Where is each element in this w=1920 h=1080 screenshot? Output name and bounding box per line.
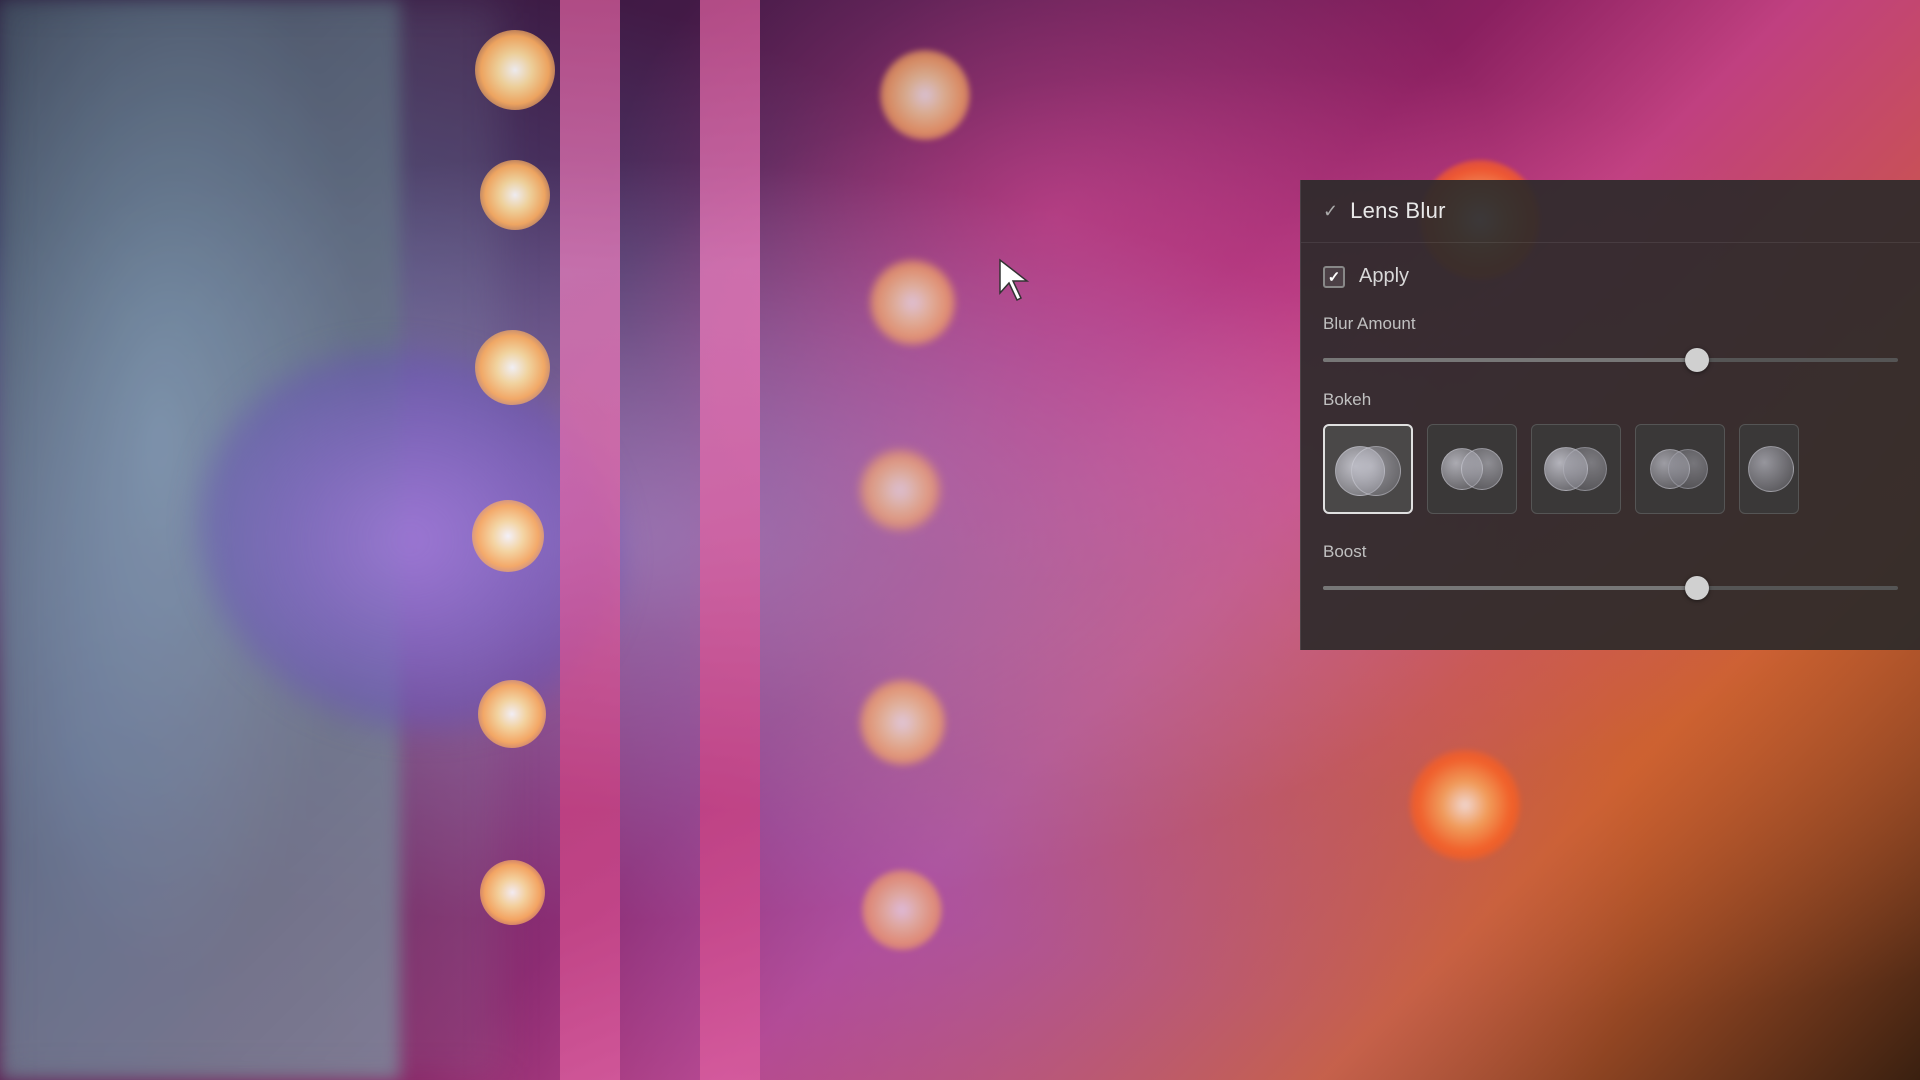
blur-amount-label: Blur Amount — [1301, 304, 1920, 340]
light-circle-3 — [475, 330, 550, 405]
light-circle-8 — [870, 260, 955, 345]
boost-thumb[interactable] — [1685, 576, 1709, 600]
bokeh-label: Bokeh — [1301, 380, 1920, 416]
lens-blur-panel: ✓ Lens Blur Apply Blur Amount Bokeh — [1300, 180, 1920, 650]
light-circle-7 — [880, 50, 970, 140]
bokeh-circle-5a — [1748, 446, 1794, 492]
light-circle-4 — [472, 500, 544, 572]
bokeh-circles-1 — [1333, 434, 1403, 504]
pink-bar-left — [560, 0, 620, 1080]
light-circle-5 — [478, 680, 546, 748]
blur-amount-track — [1323, 358, 1898, 362]
bokeh-circle-2b — [1461, 448, 1503, 490]
bokeh-style-2[interactable] — [1427, 424, 1517, 514]
bokeh-container — [1301, 416, 1920, 532]
blur-amount-fill — [1323, 358, 1697, 362]
apply-checkbox[interactable] — [1323, 266, 1345, 288]
blur-amount-thumb[interactable] — [1685, 348, 1709, 372]
bokeh-circles-2 — [1437, 434, 1507, 504]
panel-title: Lens Blur — [1350, 198, 1446, 224]
light-circle-10 — [860, 680, 945, 765]
bokeh-circle-3b — [1563, 447, 1607, 491]
light-circle-11 — [862, 870, 942, 950]
bokeh-circles-5 — [1740, 434, 1798, 504]
boost-slider-container — [1301, 568, 1920, 608]
light-circle-6 — [480, 860, 545, 925]
bokeh-style-5[interactable] — [1739, 424, 1799, 514]
bokeh-style-4[interactable] — [1635, 424, 1725, 514]
light-circle-2 — [480, 160, 550, 230]
boost-label: Boost — [1301, 532, 1920, 568]
bokeh-circle-1b — [1351, 446, 1401, 496]
boost-track — [1323, 586, 1898, 590]
bokeh-style-1[interactable] — [1323, 424, 1413, 514]
bokeh-circle-4b — [1668, 449, 1708, 489]
blur-amount-slider-container — [1301, 340, 1920, 380]
light-circle-1 — [475, 30, 555, 110]
collapse-icon[interactable]: ✓ — [1323, 201, 1338, 222]
pink-bar-right — [700, 0, 760, 1080]
panel-header: ✓ Lens Blur — [1301, 180, 1920, 243]
apply-label: Apply — [1359, 265, 1409, 288]
boost-fill — [1323, 586, 1697, 590]
bokeh-style-3[interactable] — [1531, 424, 1621, 514]
bokeh-circles-4 — [1645, 434, 1715, 504]
apply-row: Apply — [1301, 243, 1920, 304]
light-circle-9 — [860, 450, 940, 530]
orange-light-2 — [1410, 750, 1520, 860]
bokeh-circles-3 — [1541, 434, 1611, 504]
